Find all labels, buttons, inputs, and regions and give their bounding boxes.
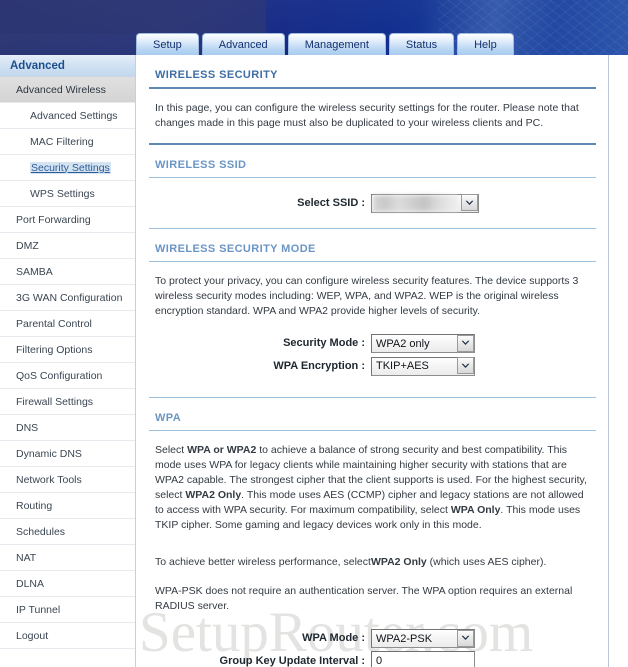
router-admin-page: Setup Advanced Management Status Help Advanc… <box>0 0 628 667</box>
wpa-encryption-dropdown[interactable]: TKIP+AES <box>371 356 475 376</box>
sidebar-item-nat[interactable]: NAT <box>0 545 135 571</box>
sidebar-item-security-settings[interactable]: Security Settings <box>0 155 135 181</box>
sidebar-item-label: Port Forwarding <box>16 213 91 226</box>
wpa-section-title: WPA <box>155 411 182 424</box>
security-mode-label: Security Mode : <box>283 337 365 350</box>
page-title: WIRELESS SECURITY <box>155 69 278 81</box>
sidebar-item-label: Routing <box>16 499 53 512</box>
sidebar-item-label: Schedules <box>16 525 66 538</box>
select-ssid-dropdown[interactable] <box>371 193 479 213</box>
tab-label: Management <box>304 38 369 51</box>
page-frame: Advanced Advanced Wireless Advanced Setti… <box>0 55 609 667</box>
wpa-mode-label: WPA Mode : <box>302 632 365 645</box>
sidebar-item-label: NAT <box>16 551 37 564</box>
sidebar-item-label: DNS <box>16 421 39 434</box>
sidebar-item-logout[interactable]: Logout <box>0 623 135 649</box>
wpa-mode-select[interactable]: WPA2-PSK <box>371 629 475 648</box>
group-key-row: Group Key Update Interval : <box>149 651 596 667</box>
sidebar-item-mac-filtering[interactable]: MAC Filtering <box>0 129 135 155</box>
wpa-encryption-select[interactable]: TKIP+AES <box>371 356 475 376</box>
sidebar-item-wps-settings[interactable]: WPS Settings <box>0 181 135 207</box>
wireless-ssid-section-title: WIRELESS SSID <box>155 159 247 171</box>
sidebar-item-label: Dynamic DNS <box>16 447 82 460</box>
group-key-label: Group Key Update Interval : <box>219 654 365 667</box>
sidebar-item-label: WPS Settings <box>30 187 95 200</box>
sidebar-item-dynamic-dns[interactable]: Dynamic DNS <box>0 441 135 467</box>
sidebar-item-ip-tunnel[interactable]: IP Tunnel <box>0 597 135 623</box>
page-intro-text: In this page, you can configure the wire… <box>155 102 579 129</box>
sidebar-item-advanced-settings[interactable]: Advanced Settings <box>0 103 135 129</box>
sidebar-item-samba[interactable]: SAMBA <box>0 259 135 285</box>
main-tab-bar: Setup Advanced Management Status Help <box>136 33 514 55</box>
security-mode-description: To protect your privacy, you can configu… <box>155 274 579 317</box>
banner-left-block <box>0 0 266 34</box>
sidebar-item-label: QoS Configuration <box>16 369 103 382</box>
tab-management[interactable]: Management <box>287 33 386 55</box>
sidebar-item-parental-control[interactable]: Parental Control <box>0 311 135 337</box>
sidebar-nav: Advanced Advanced Wireless Advanced Setti… <box>0 55 136 667</box>
sidebar-item-3g-wan-configuration[interactable]: 3G WAN Configuration <box>0 285 135 311</box>
sidebar-item-label: Advanced Settings <box>30 109 118 122</box>
wpa-encryption-row: WPA Encryption : TKIP+AES <box>149 356 596 376</box>
security-mode-select[interactable]: WPA2 only <box>371 334 475 353</box>
wpa-encryption-label: WPA Encryption : <box>273 359 365 372</box>
wpa-paragraph-one: Select WPA or WPA2 to achieve a balance … <box>155 443 587 531</box>
sidebar-item-dns[interactable]: DNS <box>0 415 135 441</box>
tab-label: Help <box>474 38 497 51</box>
sidebar-item-label: 3G WAN Configuration <box>16 291 123 304</box>
sidebar-item-filtering-options[interactable]: Filtering Options <box>0 337 135 363</box>
content-pane: SetupRouter.com WIRELESS SECURITY In thi… <box>137 55 608 667</box>
tab-label: Setup <box>153 38 182 51</box>
sidebar-item-label: IP Tunnel <box>16 603 61 616</box>
sidebar-item-label: MAC Filtering <box>30 135 94 148</box>
sidebar-item-label: Firewall Settings <box>16 395 94 408</box>
security-mode-dropdown[interactable]: WPA2 only <box>371 334 475 353</box>
sidebar-item-label: SAMBA <box>16 265 53 278</box>
sidebar-item-qos-configuration[interactable]: QoS Configuration <box>0 363 135 389</box>
sidebar-item-network-tools[interactable]: Network Tools <box>0 467 135 493</box>
sidebar-item-schedules[interactable]: Schedules <box>0 519 135 545</box>
select-ssid-select[interactable] <box>371 193 479 213</box>
sidebar-item-dlna[interactable]: DLNA <box>0 571 135 597</box>
security-mode-section-title: WIRELESS SECURITY MODE <box>155 242 316 255</box>
tab-help[interactable]: Help <box>457 33 514 55</box>
wpa-paragraph-three: WPA-PSK does not require an authenticati… <box>155 584 573 612</box>
sidebar-item-label: Logout <box>16 629 49 642</box>
tab-label: Status <box>405 38 438 51</box>
sidebar-item-label: Parental Control <box>16 317 92 330</box>
sidebar-header: Advanced <box>0 55 135 77</box>
sidebar-item-label: Network Tools <box>16 473 82 486</box>
sidebar-item-port-forwarding[interactable]: Port Forwarding <box>0 207 135 233</box>
group-key-input[interactable] <box>371 651 475 667</box>
wpa-mode-dropdown[interactable]: WPA2-PSK <box>371 629 475 648</box>
tab-advanced[interactable]: Advanced <box>201 33 285 55</box>
sidebar-item-list: Advanced Wireless Advanced Settings MAC Fi… <box>0 77 135 649</box>
security-mode-row: Security Mode : WPA2 only <box>149 334 596 353</box>
tab-setup[interactable]: Setup <box>136 33 199 55</box>
sidebar-item-label: Advanced Wireless <box>16 83 106 96</box>
sidebar-item-label: Filtering Options <box>16 343 93 356</box>
sidebar-item-dmz[interactable]: DMZ <box>0 233 135 259</box>
select-ssid-label: Select SSID : <box>297 196 365 209</box>
tab-label: Advanced <box>218 38 268 51</box>
tab-status[interactable]: Status <box>388 33 455 55</box>
wpa-paragraph-two: To achieve better wireless performance, … <box>155 555 547 568</box>
sidebar-item-label: Security Settings <box>30 161 111 174</box>
sidebar-item-advanced-wireless[interactable]: Advanced Wireless <box>0 77 135 103</box>
sidebar-item-routing[interactable]: Routing <box>0 493 135 519</box>
sidebar-item-label: DMZ <box>16 239 39 252</box>
select-ssid-row: Select SSID : <box>149 193 596 213</box>
sidebar-item-label: DLNA <box>16 577 45 590</box>
sidebar-item-firewall-settings[interactable]: Firewall Settings <box>0 389 135 415</box>
wpa-mode-row: WPA Mode : WPA2-PSK <box>149 629 596 648</box>
